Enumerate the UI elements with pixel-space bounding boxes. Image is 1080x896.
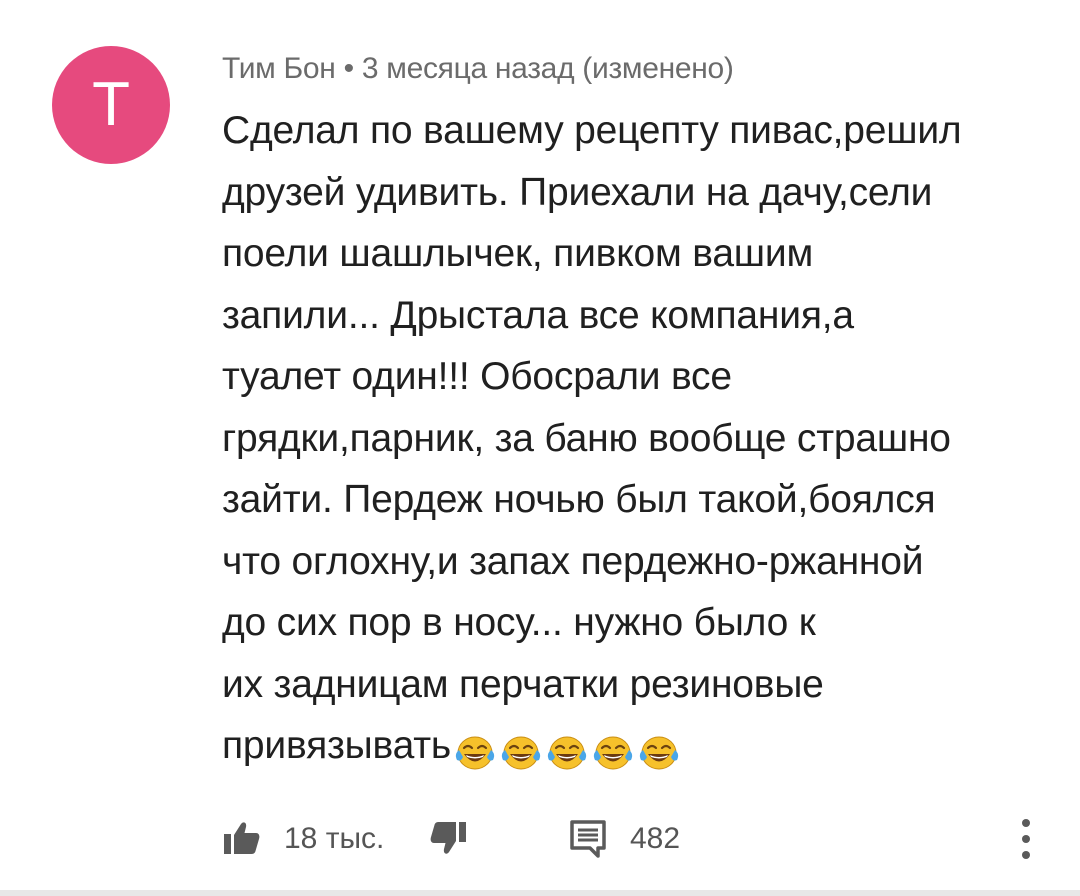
tears-of-joy-emoji xyxy=(455,736,495,770)
reply-icon[interactable] xyxy=(568,818,608,858)
divider xyxy=(0,890,1080,896)
comment-line: грядки,парник, за баню вообще страшно xyxy=(222,416,951,460)
comment-text: Сделал по вашему рецепту пивас,решил дру… xyxy=(222,100,1052,781)
tears-of-joy-emoji xyxy=(547,736,587,770)
thumbs-up-icon[interactable] xyxy=(222,818,262,858)
reply-count: 482 xyxy=(630,822,681,855)
comment-line: зайти. Пердеж ночью был такой,боялся xyxy=(222,478,936,521)
comment-line: до сих пор в носу... нужно было к xyxy=(222,601,816,644)
comment-line: Сделал по вашему рецепту пивас,решил xyxy=(222,109,962,152)
comment-meta: Тим Бон • 3 месяца назад (изменено) xyxy=(222,52,734,85)
comment-line: запили... Дрыстала все компания,а xyxy=(222,293,854,337)
thumbs-down-icon[interactable] xyxy=(428,818,468,858)
more-vertical-icon[interactable] xyxy=(1014,816,1038,862)
comment-actions: 18 тыс. 482 xyxy=(222,812,1062,862)
avatar[interactable]: Т xyxy=(52,46,170,164)
comment-line: их задницам перчатки резиновые xyxy=(222,662,824,706)
like-count: 18 тыс. xyxy=(284,822,385,855)
emoji-group xyxy=(453,719,683,781)
comment-line: друзей удивить. Приехали на дачу,сели xyxy=(222,170,933,214)
comment-line: туалет один!!! Обосрали все xyxy=(222,355,732,398)
comment: Т Тим Бон • 3 месяца назад (изменено) Сд… xyxy=(0,0,1080,896)
tears-of-joy-emoji xyxy=(639,736,679,770)
tears-of-joy-emoji xyxy=(593,736,633,770)
tears-of-joy-emoji xyxy=(501,736,541,770)
comment-line: что оглохну,и запах пердежно-ржанной xyxy=(222,539,924,583)
comment-line-last: привязывать xyxy=(222,715,1052,781)
comment-line: поели шашлычек, пивком вашим xyxy=(222,232,814,275)
comment-line-text: привязывать xyxy=(222,724,452,767)
